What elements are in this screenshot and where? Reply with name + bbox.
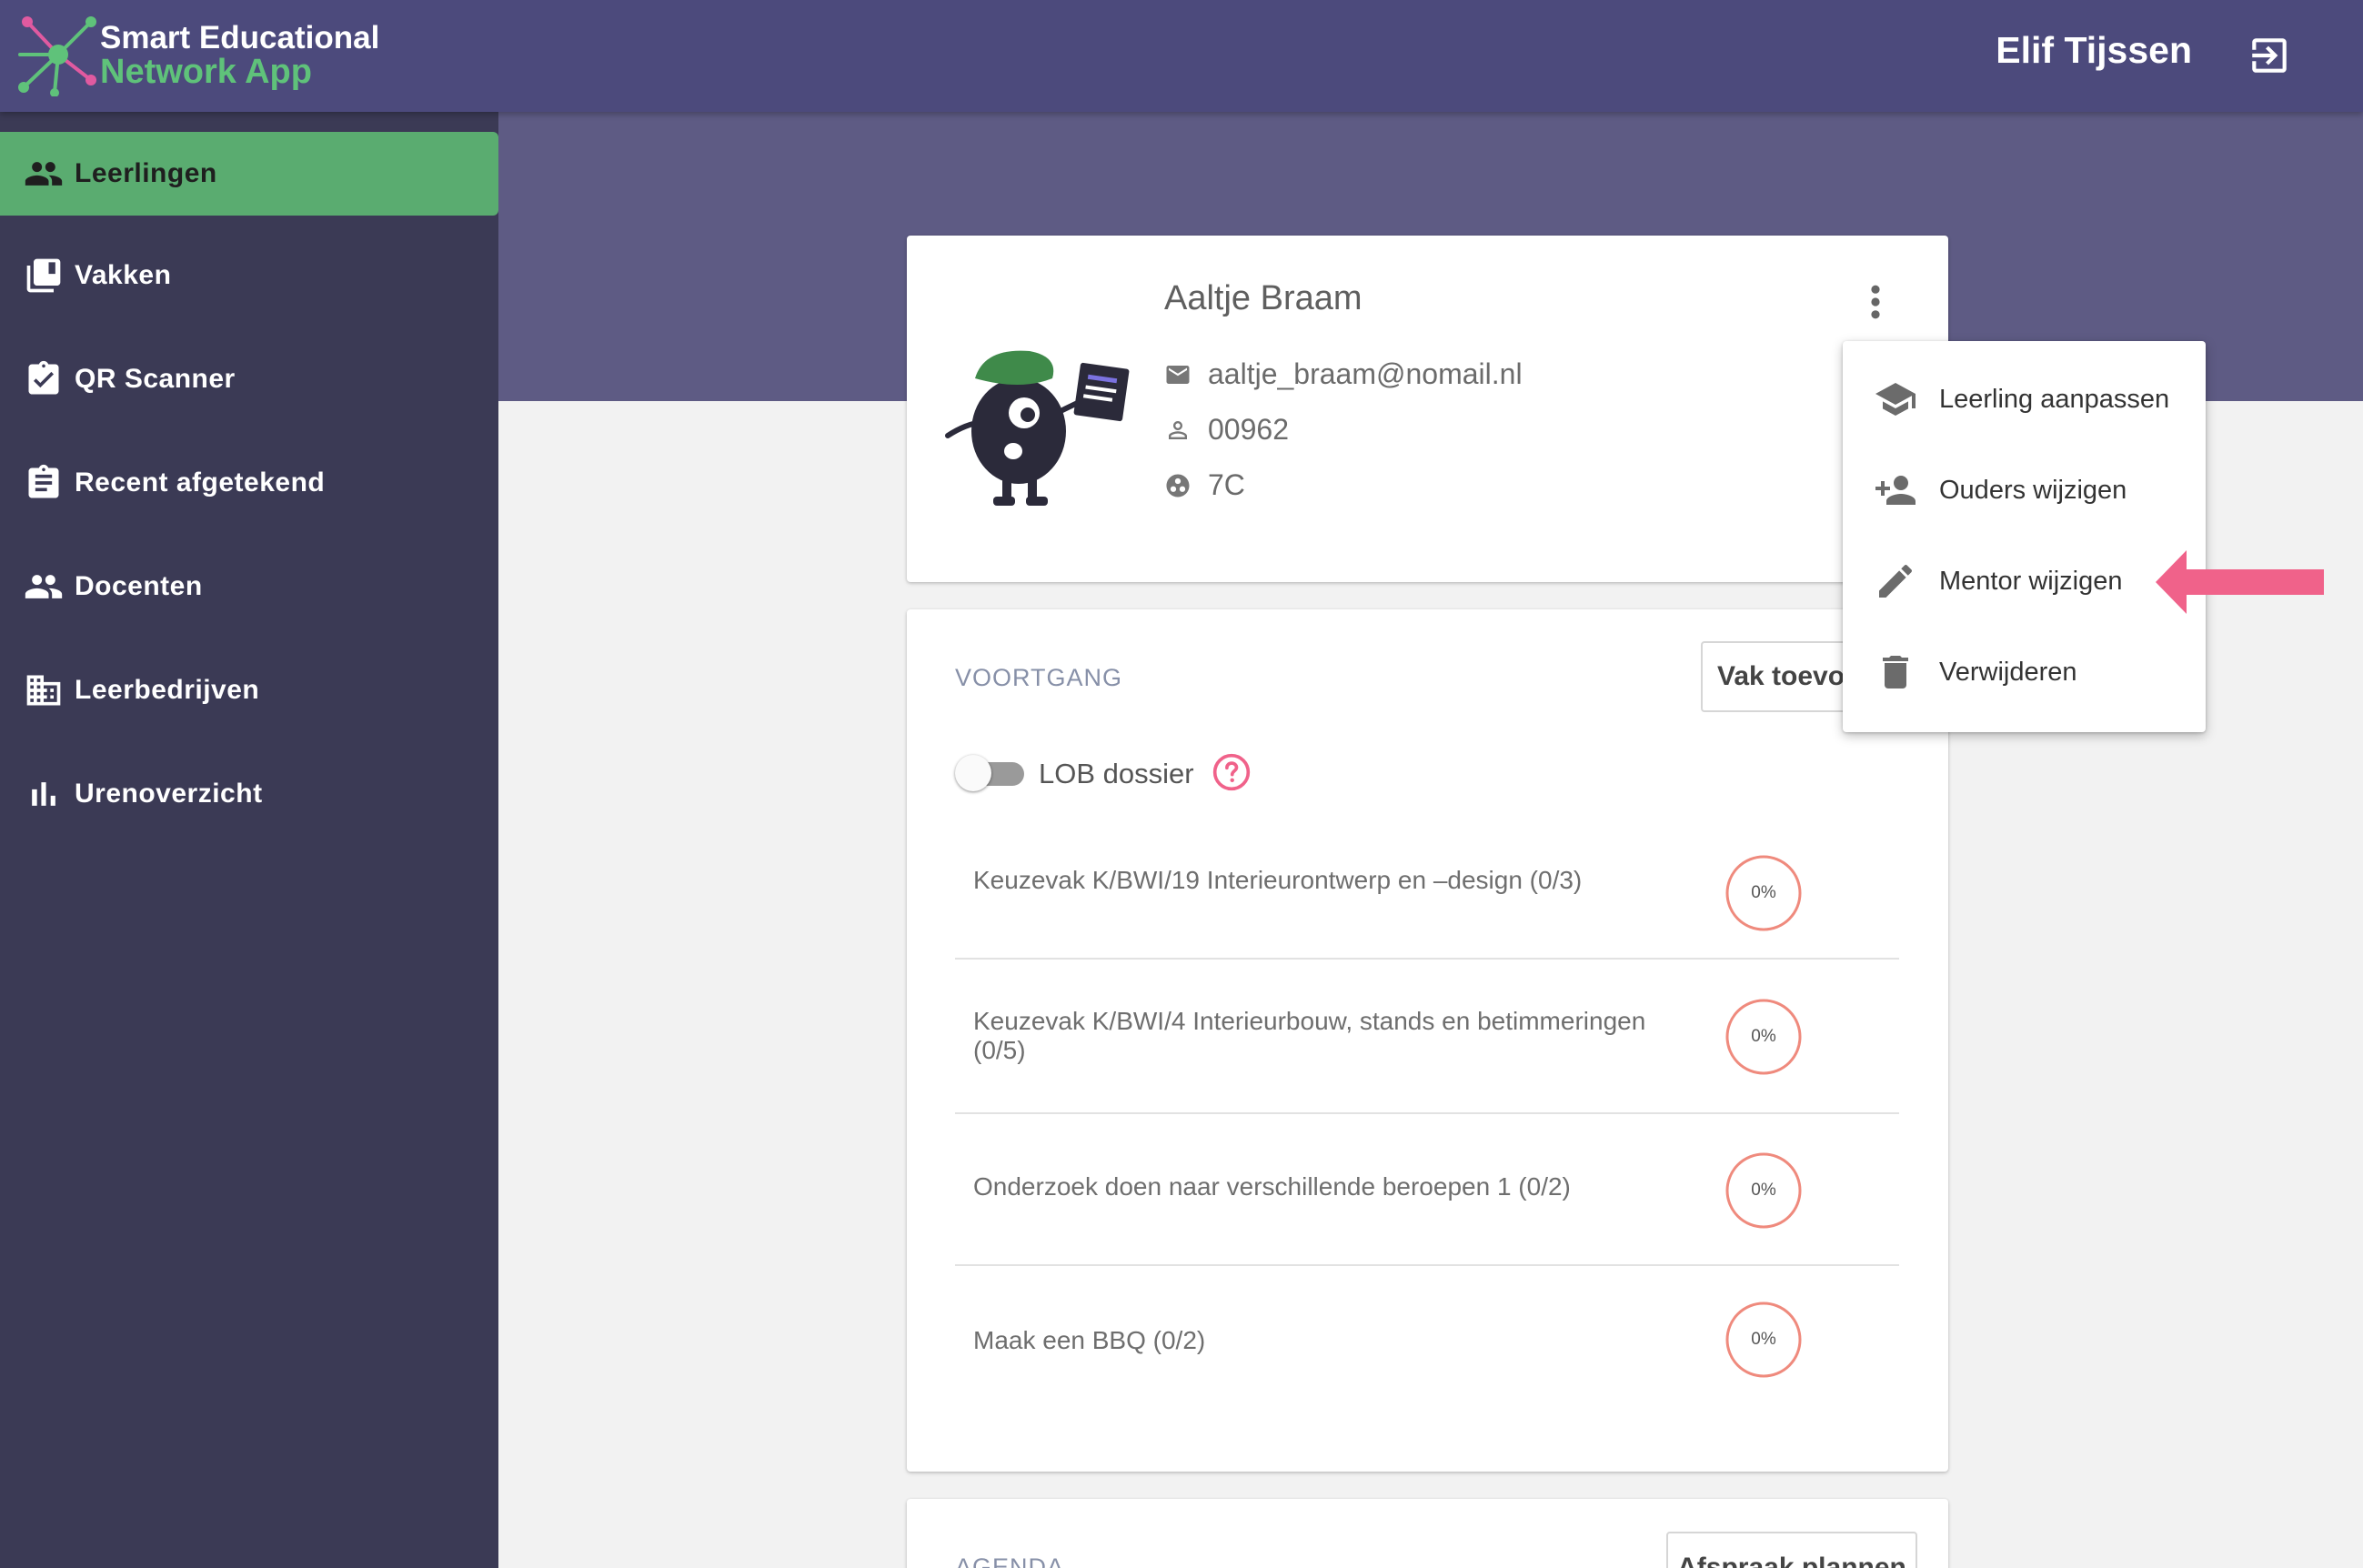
sidebar-item-qr-scanner[interactable]: QR Scanner — [0, 337, 498, 421]
subject-name: Keuzevak K/BWI/19 Interieurontwerp en –d… — [973, 866, 1583, 894]
clipboard-check-icon — [28, 360, 59, 395]
lob-dossier-label: LOB dossier — [1039, 758, 1194, 789]
student-email: aaltje_braam@nomail.nl — [1208, 357, 1523, 390]
more-vert-icon[interactable] — [1862, 281, 1889, 323]
person-add-icon — [1875, 476, 1916, 505]
lob-dossier-toggle[interactable] — [955, 755, 1024, 791]
subject-row[interactable]: Onderzoek doen naar verschillende beroep… — [955, 1114, 1899, 1266]
annotation-arrow-icon — [2156, 550, 2324, 614]
menu-item-leerling-aanpassen[interactable]: Leerling aanpassen — [1843, 354, 2206, 445]
subject-name: Maak een BBQ (0/2) — [973, 1326, 1206, 1354]
student-class: 7C — [1208, 468, 1245, 501]
menu-item-label: Ouders wijzigen — [1939, 475, 2127, 505]
progress-card: VOORTGANG Vak toevo LOB dossier Keuzevak… — [907, 609, 1974, 1472]
mail-icon — [1166, 365, 1190, 384]
progress-percent: 0% — [1751, 1027, 1776, 1046]
menu-item-ouders-wijzigen[interactable]: Ouders wijzigen — [1843, 445, 2206, 536]
sidebar-item-vakken[interactable]: Vakken — [0, 234, 498, 317]
trash-icon — [1883, 656, 1908, 689]
sidebar-item-label: Recent afgetekend — [75, 467, 326, 498]
pencil-icon — [1879, 564, 1913, 598]
progress-percent: 0% — [1751, 883, 1776, 902]
subject-row[interactable]: Keuzevak K/BWI/19 Interieurontwerp en –d… — [955, 817, 1899, 960]
group-work-icon — [1166, 474, 1190, 497]
agenda-title: AGENDA — [955, 1553, 1065, 1568]
progress-percent: 0% — [1751, 1181, 1776, 1200]
sidebar-item-label: Vakken — [75, 260, 172, 290]
plan-appointment-button[interactable]: Afspraak plannen — [1666, 1532, 1917, 1568]
sidebar-item-label: Leerlingen — [75, 158, 217, 188]
logo-title-line2: Network App — [100, 53, 312, 91]
menu-item-verwijderen[interactable]: Verwijderen — [1843, 627, 2206, 718]
subject-row[interactable]: Keuzevak K/BWI/4 Interieurbouw, stands e… — [955, 960, 1899, 1114]
menu-item-label: Verwijderen — [1939, 657, 2077, 687]
progress-percent: 0% — [1751, 1330, 1776, 1349]
student-number: 00962 — [1208, 413, 1289, 446]
menu-item-mentor-wijzigen[interactable]: Mentor wijzigen — [1843, 536, 2206, 627]
logout-icon[interactable] — [2247, 33, 2292, 78]
agenda-card: AGENDA Afspraak plannen — [907, 1499, 1948, 1568]
student-actions-menu: Leerling aanpassen Ouders wijzigen Mento… — [1843, 341, 2206, 732]
people-icon — [25, 162, 63, 186]
sidebar-item-leerbedrijven[interactable]: Leerbedrijven — [0, 648, 498, 732]
app-logo[interactable]: Smart Educational Network App — [18, 15, 382, 96]
student-email-row: aaltje_braam@nomail.nl — [1164, 357, 1523, 391]
sidebar-item-label: QR Scanner — [75, 364, 236, 394]
menu-item-label: Leerling aanpassen — [1939, 384, 2170, 414]
sidebar-item-leerlingen[interactable]: Leerlingen — [0, 132, 498, 216]
subject-row[interactable]: Maak een BBQ (0/2) 0% — [955, 1266, 1899, 1416]
network-logo-icon — [18, 16, 96, 96]
people-icon — [25, 575, 63, 598]
sidebar-nav: Leerlingen Vakken QR Scanner Recent afge… — [0, 112, 498, 1568]
sidebar-item-urenoverzicht[interactable]: Urenoverzicht — [0, 752, 498, 836]
student-profile-card: Aaltje Braam aaltje_braam@nomail.nl 0096… — [907, 236, 1948, 582]
sidebar-item-recent-afgetekend[interactable]: Recent afgetekend — [0, 441, 498, 525]
sidebar-item-label: Leerbedrijven — [75, 675, 260, 705]
sidebar-item-label: Docenten — [75, 571, 203, 601]
subject-name: Onderzoek doen naar verschillende beroep… — [973, 1172, 1571, 1201]
clipboard-list-icon — [28, 464, 59, 498]
student-number-row: 00962 — [1164, 413, 1289, 447]
top-app-bar: Smart Educational Network App Elif Tijss… — [0, 0, 2363, 112]
logo-title-line1: Smart Educational — [100, 20, 380, 55]
library-books-icon — [26, 258, 61, 293]
mascot-avatar — [945, 350, 1130, 506]
help-icon[interactable] — [1212, 752, 1252, 792]
subject-name: Keuzevak K/BWI/4 Interieurbouw, stands e… — [973, 1007, 1646, 1064]
current-user-name[interactable]: Elif Tijssen — [1996, 29, 2192, 72]
sidebar-item-docenten[interactable]: Docenten — [0, 545, 498, 628]
student-class-row: 7C — [1164, 468, 1245, 502]
progress-title: VOORTGANG — [955, 664, 1123, 691]
building-icon — [26, 675, 61, 706]
person-outline-icon — [1169, 420, 1187, 439]
student-name: Aaltje Braam — [1164, 279, 1362, 317]
bar-chart-icon — [32, 782, 55, 806]
menu-item-label: Mentor wijzigen — [1939, 566, 2123, 596]
school-icon — [1875, 383, 1916, 416]
sidebar-item-label: Urenoverzicht — [75, 779, 263, 809]
